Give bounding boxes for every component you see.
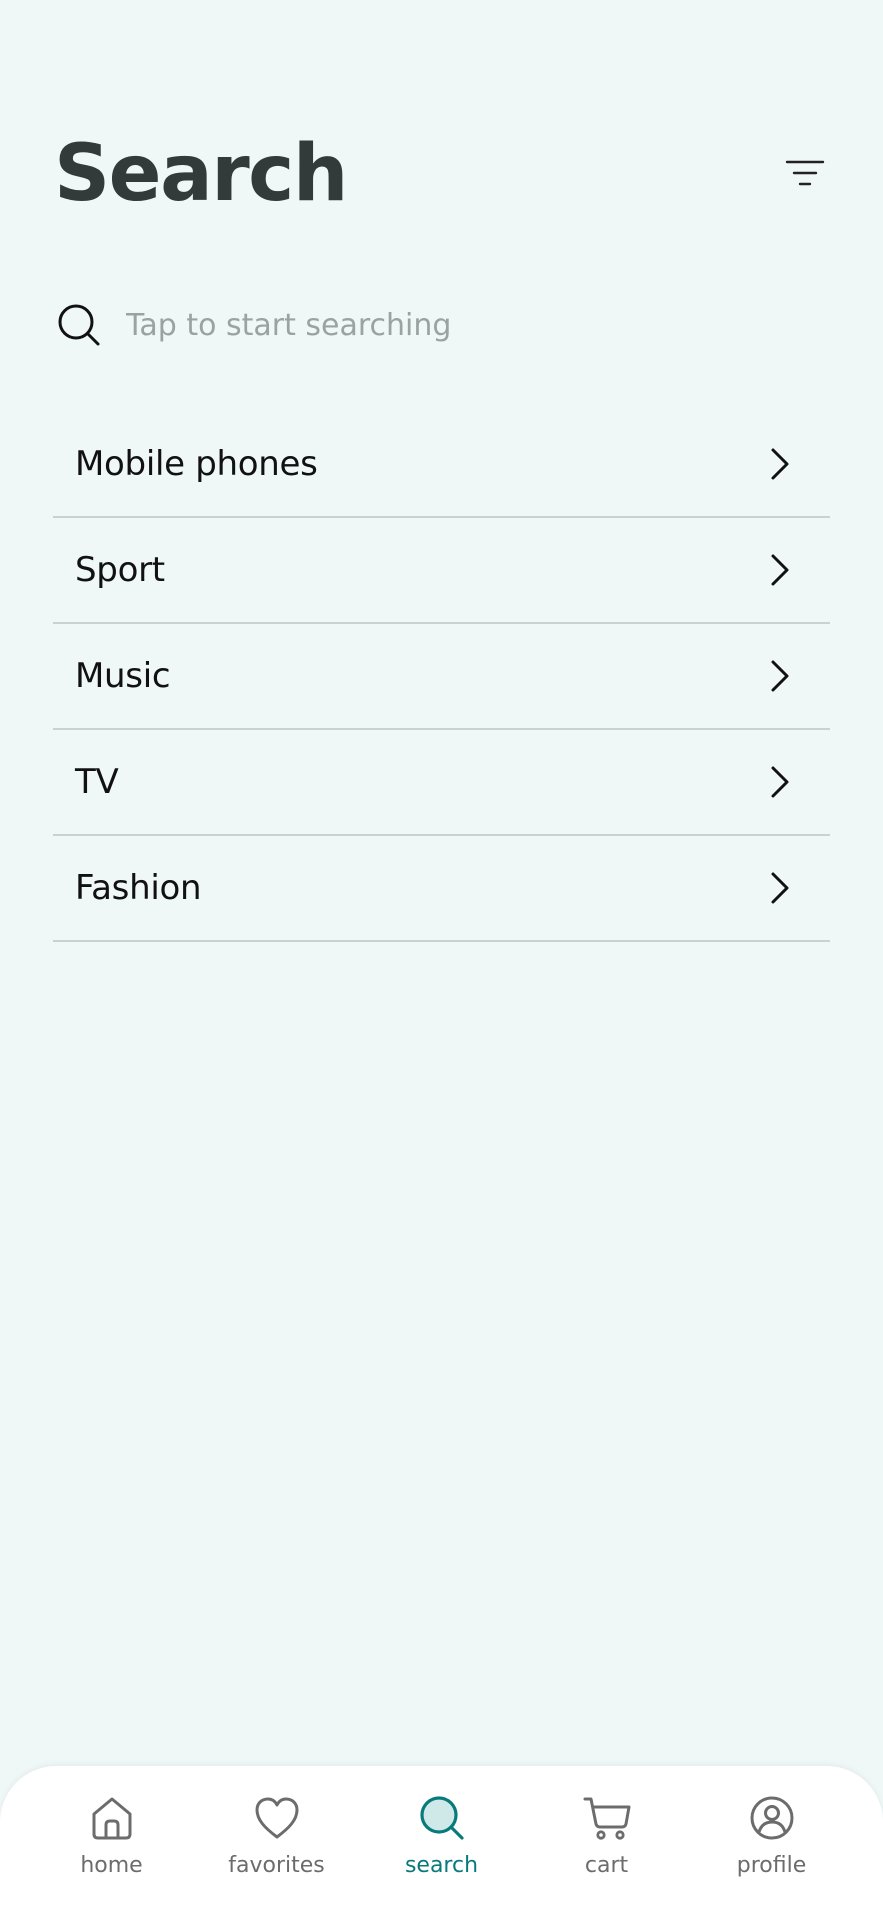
category-item-tv[interactable]: TV — [53, 730, 830, 836]
category-item-sport[interactable]: Sport — [53, 518, 830, 624]
header: Search — [54, 124, 829, 224]
search-input[interactable] — [126, 307, 829, 343]
nav-label: favorites — [228, 1853, 325, 1878]
chevron-right-icon — [764, 868, 796, 908]
cart-icon — [581, 1792, 633, 1844]
home-icon — [86, 1792, 138, 1844]
heart-icon — [251, 1792, 303, 1844]
category-item-mobile-phones[interactable]: Mobile phones — [53, 412, 830, 518]
nav-item-home[interactable]: home — [34, 1766, 189, 1920]
nav-item-favorites[interactable]: favorites — [199, 1766, 354, 1920]
search-bar[interactable] — [54, 292, 829, 358]
bottom-nav: home favorites search cart profile — [0, 1766, 883, 1920]
category-item-fashion[interactable]: Fashion — [53, 836, 830, 942]
category-label: Mobile phones — [75, 444, 318, 484]
nav-item-profile[interactable]: profile — [694, 1766, 849, 1920]
category-label: Sport — [75, 550, 165, 590]
filter-icon — [785, 160, 825, 186]
chevron-right-icon — [764, 762, 796, 802]
nav-label: search — [404, 1853, 479, 1878]
category-label: TV — [75, 762, 119, 802]
page-title: Search — [54, 129, 348, 219]
category-label: Music — [75, 656, 171, 696]
nav-item-search[interactable]: search — [364, 1766, 519, 1920]
nav-item-cart[interactable]: cart — [529, 1766, 684, 1920]
filter-button[interactable] — [781, 150, 829, 198]
nav-label: profile — [736, 1853, 807, 1878]
search-icon — [416, 1792, 468, 1844]
chevron-right-icon — [764, 550, 796, 590]
category-label: Fashion — [75, 868, 202, 908]
nav-label: cart — [584, 1853, 629, 1878]
nav-label: home — [80, 1853, 143, 1878]
chevron-right-icon — [764, 444, 796, 484]
category-item-music[interactable]: Music — [53, 624, 830, 730]
search-icon — [54, 300, 104, 350]
chevron-right-icon — [764, 656, 796, 696]
category-list: Mobile phones Sport Music TV Fashion — [53, 412, 830, 942]
profile-icon — [746, 1792, 798, 1844]
